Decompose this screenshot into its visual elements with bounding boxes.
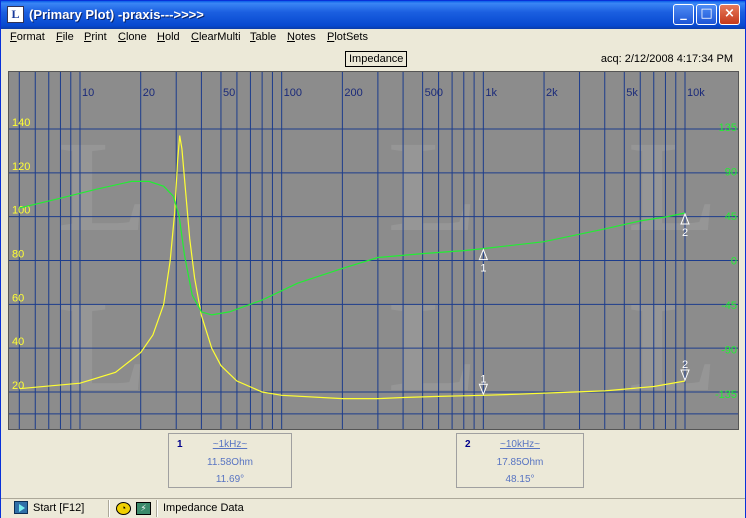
gauge-icon[interactable]: ◔ — [116, 502, 131, 515]
menu-clearmulti[interactable]: ClearMulti — [191, 31, 241, 43]
app-window: L (Primary Plot) -praxis--->>>> _ □ × Fo… — [0, 0, 746, 518]
menu-bar: Format File Print Clone Hold ClearMulti Table N… — [1, 29, 745, 48]
app-logo-icon[interactable]: L — [7, 6, 24, 23]
status-bar: Start [F12] ◔ ⚡ Impedance Data — [1, 498, 745, 518]
marker-label: 2 — [682, 227, 688, 239]
y-right-tick-label: -135 — [715, 389, 737, 401]
y-left-tick-label: 80 — [12, 249, 24, 261]
x-tick-label: 10k — [687, 87, 705, 99]
x-tick-label: 10 — [82, 87, 94, 99]
status-separator — [156, 500, 158, 517]
menu-table[interactable]: Table — [250, 31, 276, 43]
y-right-tick-label: -45 — [721, 300, 737, 312]
x-tick-label: 50 — [223, 87, 235, 99]
y-right-tick-label: 135 — [719, 122, 737, 134]
menu-plotsets[interactable]: PlotSets — [327, 31, 368, 43]
phase-series-line — [19, 180, 686, 316]
y-left-tick-label: 20 — [12, 380, 24, 392]
start-play-icon[interactable] — [14, 501, 28, 514]
x-tick-label: 20 — [143, 87, 155, 99]
x-tick-label: 500 — [425, 87, 443, 99]
minimize-button[interactable]: _ — [673, 4, 694, 25]
readout-phase: 11.69° — [215, 474, 245, 485]
menu-format[interactable]: Format — [10, 31, 45, 43]
marker-readout-2[interactable]: 2 ~10kHz~ 17.85Ohm 48.15° — [456, 433, 584, 488]
acquisition-timestamp: acq: 2/12/2008 4:17:34 PM — [600, 53, 733, 65]
maximize-button[interactable]: □ — [696, 4, 717, 25]
readout-phase: 48.15° — [505, 474, 535, 485]
probe-icon[interactable]: ⚡ — [136, 502, 151, 515]
title-bar[interactable]: L (Primary Plot) -praxis--->>>> _ □ × — [1, 1, 745, 29]
plot-title[interactable]: Impedance — [345, 51, 408, 67]
y-left-tick-label: 140 — [12, 117, 30, 129]
magnitude-series-line — [19, 135, 686, 400]
impedance-chart[interactable]: 10 20 50 100 200 500 1k 2k 5k 10k2040608010012014… — [9, 72, 739, 430]
close-button[interactable]: × — [719, 4, 740, 25]
readout-frequency[interactable]: ~10kHz~ — [457, 439, 583, 450]
x-tick-label: 5k — [626, 87, 638, 99]
x-tick-label: 200 — [344, 87, 362, 99]
menu-file[interactable]: File — [56, 31, 74, 43]
y-right-tick-label: 45 — [725, 211, 737, 223]
y-right-tick-label: -90 — [721, 345, 737, 357]
y-right-tick-label: 0 — [731, 256, 737, 268]
menu-print[interactable]: Print — [84, 31, 107, 43]
x-tick-label: 100 — [284, 87, 302, 99]
y-right-tick-label: 90 — [725, 167, 737, 179]
marker-label: 2 — [682, 359, 688, 371]
status-text: Impedance Data — [163, 502, 244, 514]
readout-frequency[interactable]: ~1kHz~ — [169, 439, 291, 450]
x-tick-label: 2k — [546, 87, 558, 99]
menu-notes[interactable]: Notes — [287, 31, 316, 43]
y-left-tick-label: 60 — [12, 292, 24, 304]
y-left-tick-label: 120 — [12, 161, 30, 173]
marker-readout-1[interactable]: 1 ~1kHz~ 11.58Ohm 11.69° — [168, 433, 292, 488]
menu-clone[interactable]: Clone — [118, 31, 147, 43]
readout-magnitude: 11.58Ohm — [207, 457, 253, 468]
x-tick-label: 1k — [485, 87, 497, 99]
readout-magnitude: 17.85Ohm — [496, 457, 544, 468]
window-title: (Primary Plot) -praxis--->>>> — [29, 7, 204, 22]
menu-hold[interactable]: Hold — [157, 31, 180, 43]
y-left-tick-label: 40 — [12, 336, 24, 348]
marker-label: 1 — [480, 263, 486, 275]
marker-label: 1 — [480, 373, 486, 385]
status-separator — [108, 500, 110, 517]
impedance-plot[interactable]: L L L L L L 10 20 50 100 200 500 1k 2k 5k 10k 20 40… — [8, 71, 739, 430]
start-label[interactable]: Start [F12] — [33, 502, 84, 514]
